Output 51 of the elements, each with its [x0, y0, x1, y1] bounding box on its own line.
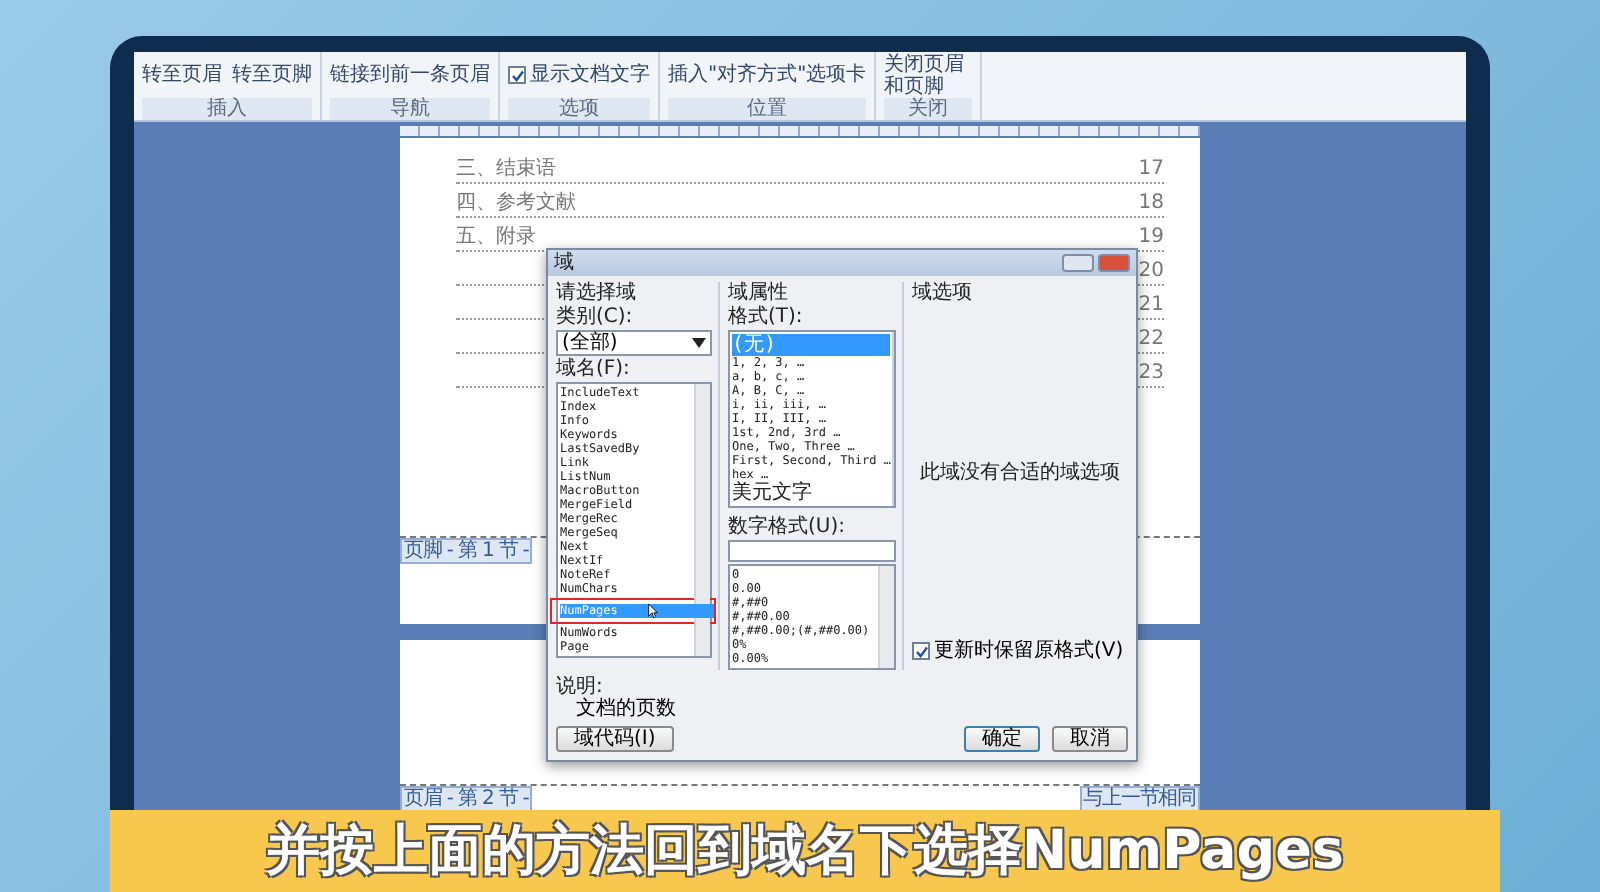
- page-number: 20: [1138, 260, 1164, 284]
- scrollbar[interactable]: [892, 332, 895, 506]
- info-message: 此域没有合适的域选项: [918, 461, 1122, 483]
- checkbox-icon[interactable]: [508, 66, 526, 84]
- toc-entry: 五、附录: [456, 226, 536, 250]
- dialog-button[interactable]: 域代码(I): [556, 726, 674, 752]
- category-dropdown[interactable]: (全部): [556, 330, 712, 356]
- ribbon-button[interactable]: 关闭页眉和页脚: [884, 53, 973, 97]
- ribbon-button[interactable]: 转至页脚: [232, 64, 312, 86]
- field-label: 格式(T):: [728, 306, 805, 328]
- close-button[interactable]: [1098, 254, 1130, 272]
- ribbon-button[interactable]: 插入"对齐方式"选项卡: [668, 64, 867, 86]
- input-field[interactable]: [728, 540, 896, 562]
- scrollbar[interactable]: [878, 566, 894, 668]
- ribbon-button[interactable]: 链接到前一条页眉: [330, 64, 490, 86]
- page-number: 18: [1138, 192, 1164, 216]
- link-tag: 与上一节相同: [1079, 786, 1200, 812]
- dialog-button[interactable]: 确定: [964, 726, 1040, 752]
- dialog-title: 域: [554, 252, 574, 274]
- page-number: 17: [1138, 158, 1164, 182]
- toc-entry: 四、参考文献: [456, 192, 576, 216]
- ribbon-button[interactable]: 转至页眉: [142, 64, 222, 86]
- list-item[interactable]: 美元文字: [732, 482, 891, 504]
- ribbon-checkbox[interactable]: 显示文档文字: [508, 64, 650, 86]
- field-label: 说明:: [556, 676, 603, 698]
- section-heading: 域属性: [728, 282, 790, 304]
- page-number: 21: [1138, 294, 1164, 318]
- dialog-button[interactable]: 取消: [1052, 726, 1128, 752]
- cursor-icon: [648, 604, 658, 618]
- page-number: 23: [1138, 362, 1164, 386]
- section-heading: 请选择域: [556, 282, 638, 304]
- caption-text: 并按上面的方法回到域名下选择NumPages: [266, 819, 1344, 883]
- field-label: 数字格式(U):: [728, 516, 847, 538]
- ribbon-group-label: 选项: [508, 98, 650, 120]
- page-number: 22: [1138, 328, 1164, 352]
- toc-entry: 三、结束语: [456, 158, 556, 182]
- field-label: 域名(F):: [556, 358, 632, 380]
- header-tag: 页眉 - 第 2 节 -: [400, 786, 533, 812]
- scrollbar[interactable]: [694, 384, 710, 656]
- ribbon-group-label: 位置: [668, 98, 867, 120]
- description-text: 文档的页数: [574, 698, 678, 720]
- checkbox-icon[interactable]: [912, 642, 930, 660]
- ribbon-group-label: 插入: [142, 98, 312, 120]
- page-number: 19: [1138, 226, 1164, 250]
- section-heading: 域选项: [912, 282, 974, 304]
- help-button[interactable]: [1062, 254, 1094, 272]
- ribbon-group-label: 关闭: [884, 98, 973, 120]
- caret-icon: [692, 338, 706, 348]
- ribbon-group-label: 导航: [330, 98, 490, 120]
- field-label: 类别(C):: [556, 306, 635, 328]
- footer-tag: 页脚 - 第 1 节 -: [400, 538, 533, 564]
